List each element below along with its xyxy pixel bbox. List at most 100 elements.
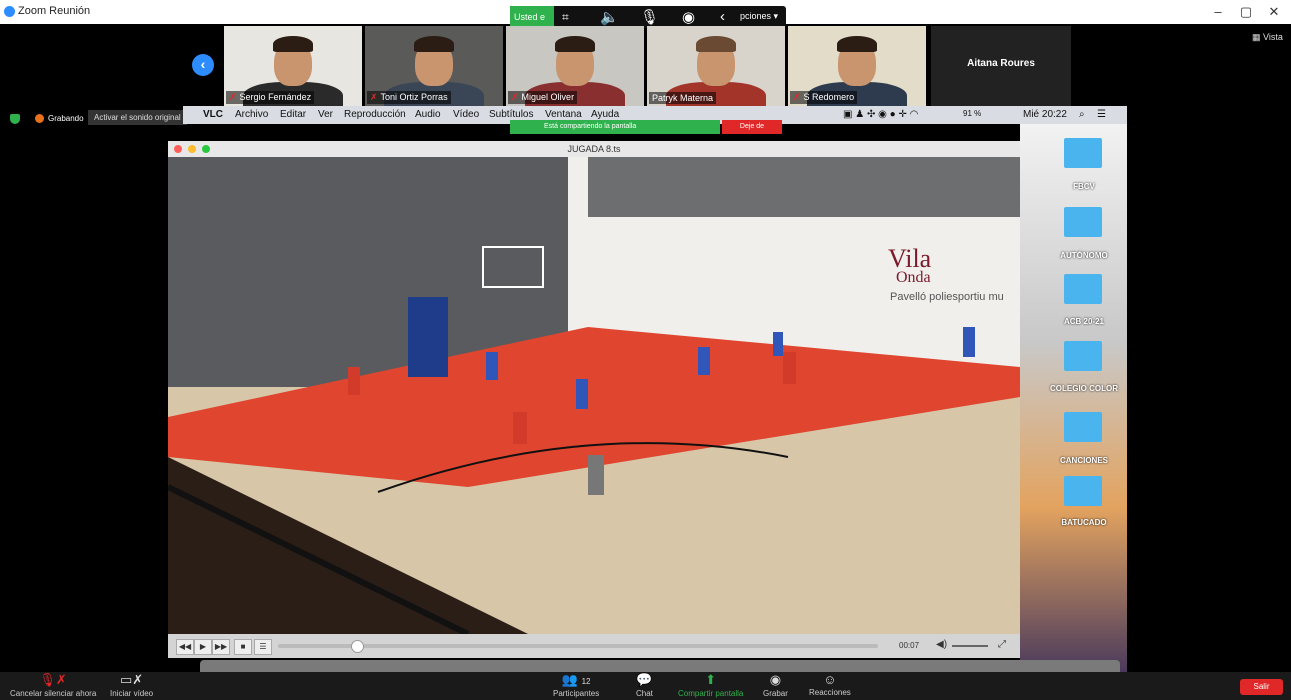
folder-label[interactable]: COLEGIO COLOR [1044, 384, 1124, 393]
share-screen-button[interactable]: ⬆ Compartir pantalla [678, 672, 743, 698]
volume-slider[interactable] [952, 645, 988, 647]
participant-tile[interactable]: ✗ Toni Ortiz Porras [365, 26, 503, 106]
folder-icon[interactable] [1064, 341, 1102, 371]
window-title: Zoom Reunión [18, 5, 91, 17]
player-blue [773, 332, 783, 356]
menu-ayuda[interactable]: Ayuda [591, 109, 619, 120]
participant-name: ✗ Toni Ortiz Porras [367, 91, 451, 104]
play-button[interactable]: ▶ [194, 639, 212, 655]
start-video-button[interactable]: ▭✗ Iniciar vídeo [110, 672, 153, 698]
vlc-window-title: JUGADA 8.ts [567, 144, 621, 154]
forward-button[interactable]: ▶▶ [212, 639, 230, 655]
participants-button[interactable]: 👥 12 Participantes [553, 672, 599, 698]
menu-ventana[interactable]: Ventana [545, 109, 582, 120]
player-red [513, 412, 527, 444]
folder-icon[interactable] [1064, 412, 1102, 442]
basketball-court-scene: Vila Onda Pavelló poliesportiu mu [168, 157, 1020, 634]
sharing-screen-banner: Está compartiendo la pantalla [510, 120, 720, 134]
you-are-sharing-badge[interactable]: Usted e [510, 6, 554, 28]
mac-dock [200, 660, 1120, 672]
menu-ver[interactable]: Ver [318, 109, 333, 120]
seek-bar[interactable] [278, 644, 878, 648]
reactions-icon: ☺ [823, 672, 837, 687]
grid-icon: ▦ [1252, 32, 1264, 42]
microphone-icon[interactable]: 🎙 [640, 8, 659, 26]
participant-hair [273, 36, 313, 52]
chat-icon: 💬 [636, 672, 653, 687]
banner-text-3: Pavelló poliesportiu mu [890, 291, 1004, 303]
participant-name: ✗ Sergio Fernández [226, 91, 315, 104]
chat-button[interactable]: 💬 Chat [636, 672, 653, 698]
folder-icon[interactable] [1064, 207, 1102, 237]
participant-name: Patryk Materna [649, 92, 717, 104]
video-frame[interactable]: Vila Onda Pavelló poliesportiu mu [168, 157, 1020, 634]
folder-icon[interactable] [1064, 138, 1102, 168]
maximize-icon[interactable]: ▢ [1234, 3, 1258, 21]
participants-icon: 👥 12 [561, 672, 591, 687]
spotlight-icon[interactable]: ⌕ [1079, 109, 1085, 120]
unmute-button[interactable]: 🎙︎✗ Cancelar silenciar ahora [10, 672, 96, 698]
participant-name: ✗ Miguel Oliver [508, 91, 578, 104]
stop-sharing-button[interactable]: Deje de [722, 120, 782, 134]
folder-label[interactable]: ACB 20-21 [1044, 317, 1124, 326]
vlc-title-bar: JUGADA 8.ts [168, 141, 1020, 157]
participant-tile[interactable]: ✗ Miguel Oliver [506, 26, 644, 106]
menu-archivo[interactable]: Archivo [235, 109, 268, 120]
recording-dot-icon [35, 114, 44, 123]
folder-icon[interactable] [1064, 476, 1102, 506]
more-options-button[interactable]: pciones ▾ [740, 11, 778, 22]
share-toolbar: Usted e ⌗ 🔈 🎙 ◉ ‹ pciones ▾ [510, 6, 786, 28]
muted-mic-icon: ✗ [229, 92, 237, 102]
folder-icon[interactable] [1064, 274, 1102, 304]
vlc-controls: ◀◀ ▶ ▶▶ ■ ☰ 00:07 ◀) ⤢ [168, 634, 1020, 658]
referee [588, 455, 604, 495]
security-shield-icon [10, 114, 20, 124]
menu-vlc[interactable]: VLC [203, 109, 223, 120]
control-center-icon[interactable]: ☰ [1097, 109, 1106, 120]
folder-label[interactable]: BATUCADO [1044, 518, 1124, 527]
chevron-left-icon[interactable]: ‹ [720, 8, 725, 25]
share-screen-icon: ⬆ [705, 672, 717, 687]
record-button[interactable]: ◉ Grabar [763, 672, 788, 698]
activate-original-sound-button[interactable]: Activar el sonido original [88, 110, 187, 125]
folder-label[interactable]: CANCIONES [1044, 456, 1124, 465]
menu-audio[interactable]: Audio [415, 109, 441, 120]
recording-label: Grabando [48, 114, 84, 123]
minimize-icon[interactable]: – [1206, 3, 1230, 21]
remote-control-icon[interactable]: ⌗ [562, 10, 569, 25]
participant-tile[interactable]: Patryk Materna [647, 26, 785, 106]
participant-tile[interactable]: ✗ Sergio Fernández [224, 26, 362, 106]
player-blue [486, 352, 498, 380]
stop-button[interactable]: ■ [234, 639, 252, 655]
close-icon[interactable]: ✕ [1262, 3, 1286, 21]
reactions-button[interactable]: ☺ Reacciones [809, 672, 851, 697]
participant-hair [414, 36, 454, 52]
participant-tile[interactable]: ✗ S Redomero [788, 26, 926, 106]
previous-page-button[interactable]: ‹ [192, 54, 214, 76]
broadcast-icon[interactable]: ◉ [682, 8, 695, 26]
player-red [783, 352, 796, 384]
windows-strip [588, 157, 1020, 217]
participant-name: ✗ S Redomero [790, 91, 858, 104]
muted-microphone-icon: 🎙︎✗ [39, 672, 67, 687]
speaker-icon[interactable]: 🔈 [600, 8, 619, 26]
player-blue [698, 347, 710, 375]
battery-status: 91 % [963, 109, 982, 118]
player-red [348, 367, 360, 395]
menu-subtitulos[interactable]: Subtítulos [489, 109, 533, 120]
menu-reproduccion[interactable]: Reproducción [344, 109, 406, 120]
participant-tile-active-speaker[interactable]: Aitana Roures [931, 26, 1071, 106]
leave-button[interactable]: Salir [1240, 679, 1283, 695]
menu-video[interactable]: Vídeo [453, 109, 479, 120]
folder-label[interactable]: FBCV [1044, 182, 1124, 191]
volume-icon[interactable]: ◀) [936, 639, 947, 650]
fullscreen-icon[interactable]: ⤢ [998, 639, 1006, 650]
participant-hair [837, 36, 877, 52]
menu-editar[interactable]: Editar [280, 109, 306, 120]
folder-label[interactable]: AUTÓNOMO [1044, 251, 1124, 260]
playlist-button[interactable]: ☰ [254, 639, 272, 655]
rewind-button[interactable]: ◀◀ [176, 639, 194, 655]
status-icons: ▣ ♟ ✣ ◉ ● ✛ ◠ [843, 109, 919, 120]
seek-knob[interactable] [351, 640, 364, 653]
view-button[interactable]: ▦ Vista [1252, 32, 1283, 43]
